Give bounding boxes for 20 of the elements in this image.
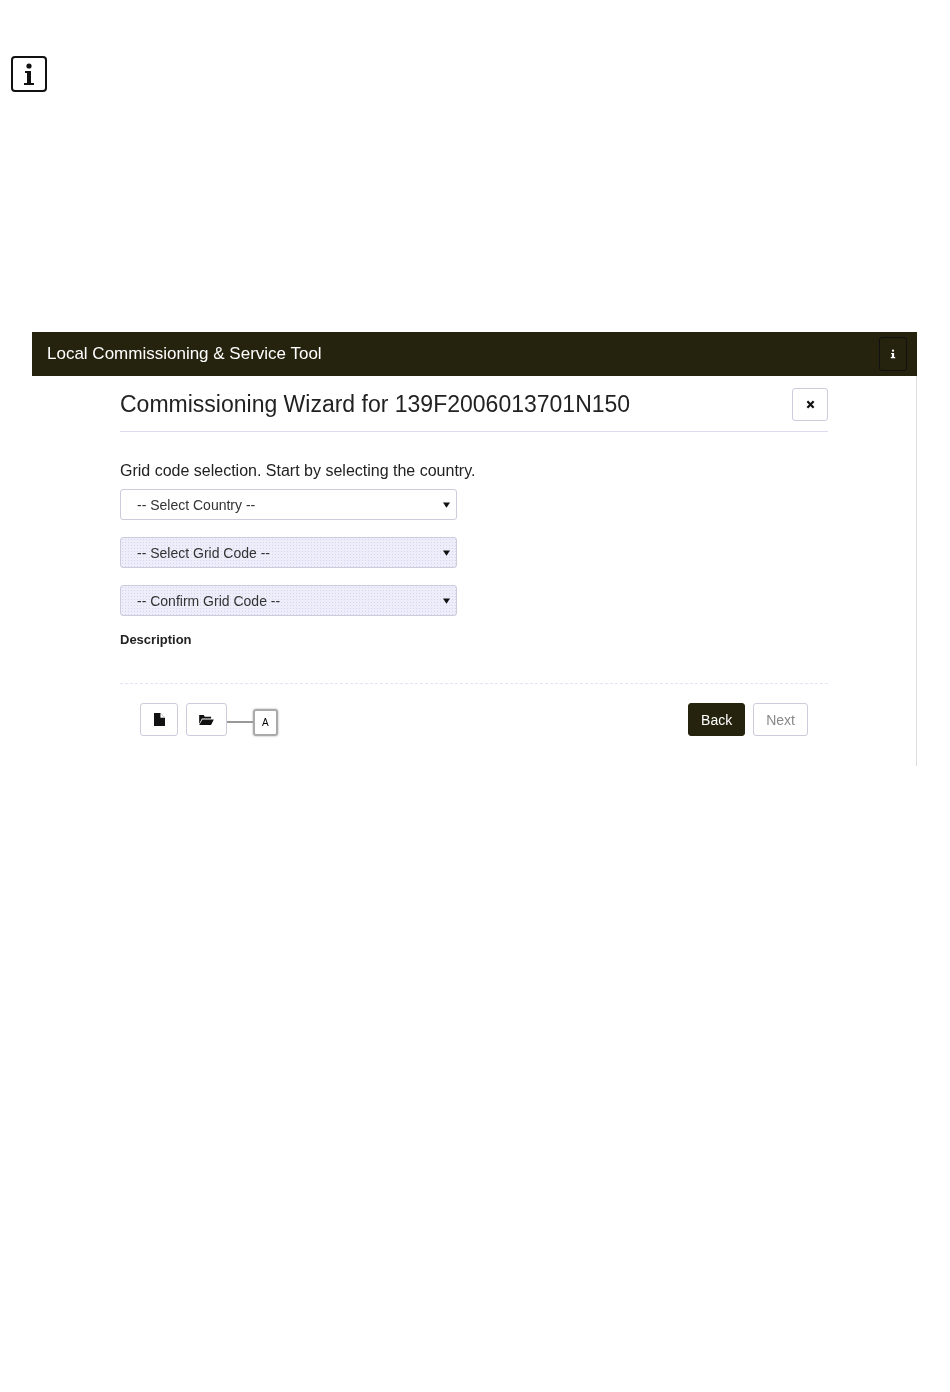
close-button[interactable] <box>792 388 828 421</box>
info-icon <box>890 349 896 359</box>
new-file-button[interactable] <box>140 703 178 736</box>
folder-icon <box>199 714 214 725</box>
info-button[interactable] <box>879 337 907 371</box>
open-folder-button[interactable] <box>186 703 227 736</box>
app-title: Local Commissioning & Service Tool <box>47 344 323 364</box>
close-icon <box>805 400 815 409</box>
select-dropdown[interactable]: -- Select Country -- <box>120 489 457 520</box>
caret-icon <box>443 549 450 556</box>
caret-icon <box>443 501 450 508</box>
description-label: Description <box>120 632 828 684</box>
file-icon <box>153 713 165 726</box>
info-icon <box>11 56 47 92</box>
instruction-text: Grid code selection. Start by selecting the country. <box>120 462 477 480</box>
caret-icon <box>443 597 450 604</box>
back-button[interactable]: Back <box>688 703 746 736</box>
callout-label: A <box>253 708 278 736</box>
leader-line <box>227 720 253 724</box>
wizard-title: Commissioning Wizard for 139F2006013701N150 <box>120 391 631 418</box>
